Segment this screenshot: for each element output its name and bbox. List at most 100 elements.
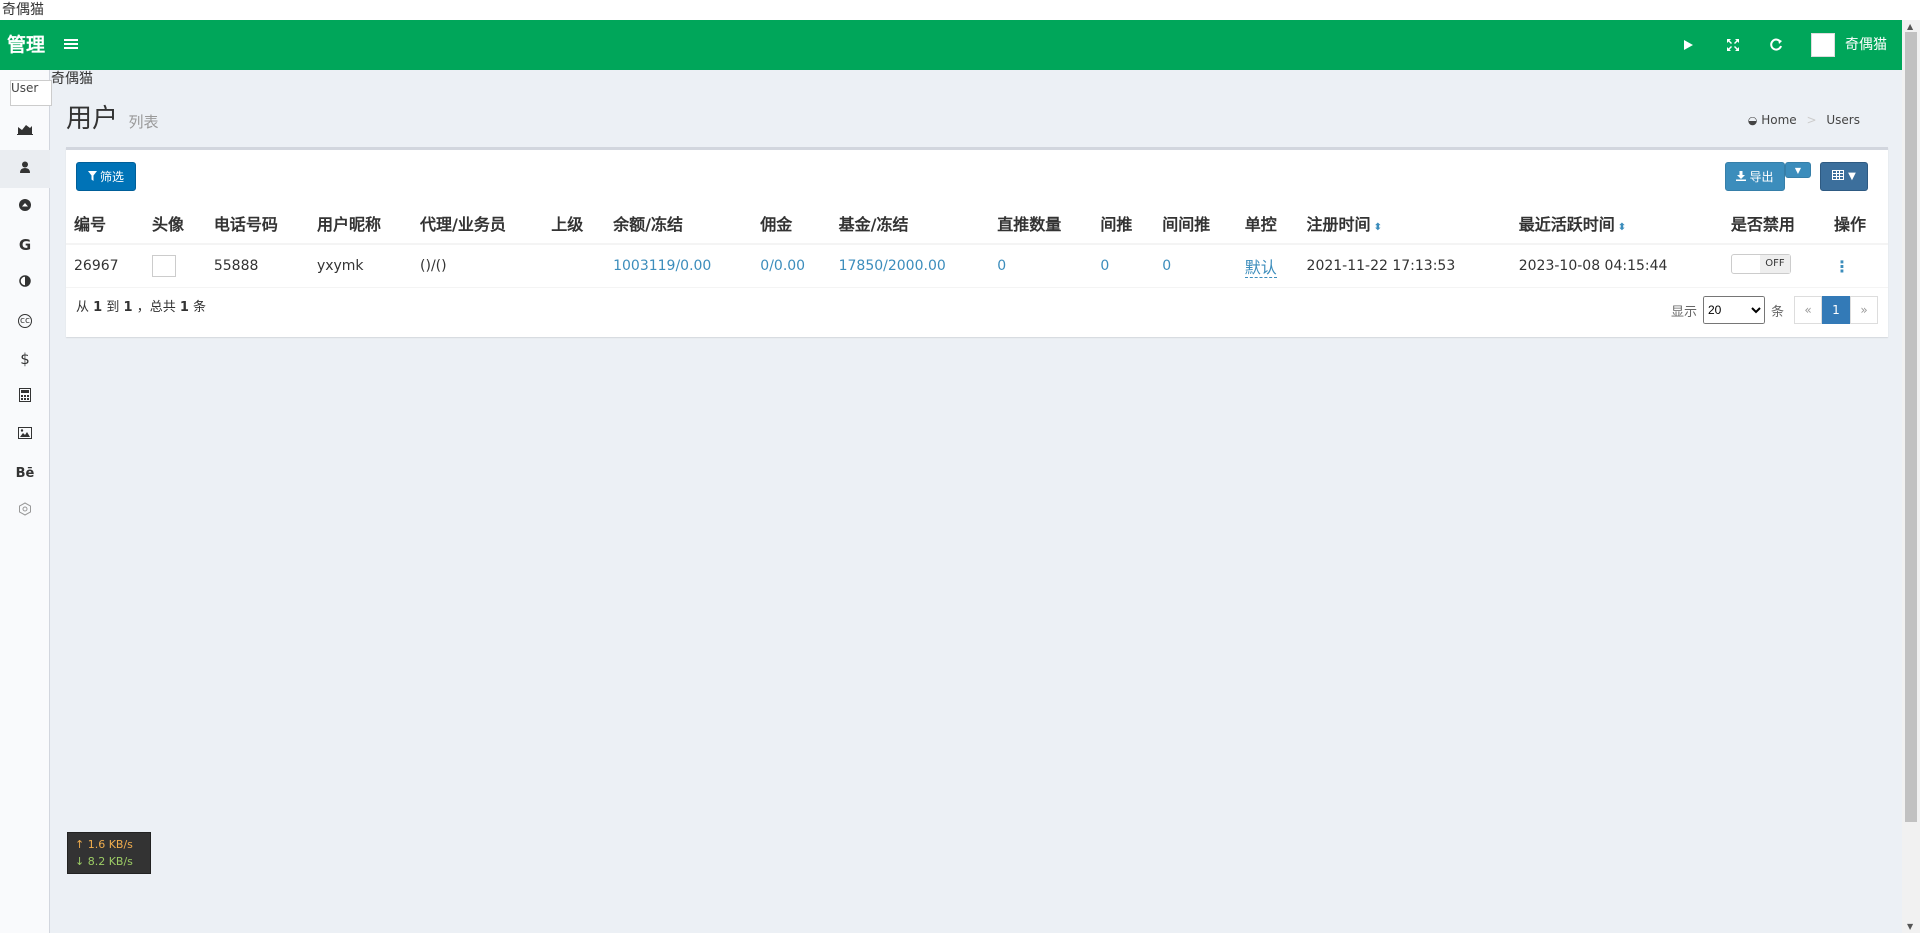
control-editable[interactable]: 默认 [1244,258,1277,278]
info-unit: 条 [193,300,207,315]
export-button[interactable]: 导出 [1725,162,1785,191]
per-page-label: 显示 [1670,304,1697,320]
sort-icon[interactable]: ⬍ [1618,222,1626,233]
download-speed: ↓ 8.2 KB/s [75,855,133,868]
user-name[interactable]: 奇偶猫 [1845,20,1887,70]
network-speed-widget: ↑ 1.6 KB/s ↓ 8.2 KB/s [67,832,151,874]
upload-speed: ↑ 1.6 KB/s [75,838,133,851]
cell-id: 26967 [66,244,144,288]
col-nickname: 用户昵称 [308,203,413,245]
col-last-active[interactable]: 最近活跃时间 ⬍ [1510,203,1723,245]
sidebar-item-cc[interactable]: cc [0,302,50,340]
page-scrollbar[interactable]: ▲ ▼ [1902,20,1920,933]
sidebar-item-arrow[interactable] [0,188,50,226]
caret-down-icon: ▼ [1848,171,1856,182]
sidebar-toggle-icon[interactable] [64,37,78,53]
info-total-text: ，总共 [136,300,176,315]
sidebar-user-name: 奇偶猫 [51,71,93,87]
users-grid-box: 筛选 导出 ▼ ▼ 编号 头像 电话号码 用户昵称 代理/业务员 上级 余额/冻… [66,147,1888,337]
col-indirect2: 间间推 [1154,203,1237,245]
page-title: 用户 [66,104,119,134]
cell-parent [543,244,606,288]
col-direct: 直推数量 [989,203,1093,245]
avatar[interactable] [152,255,176,277]
sidebar-item-contrast[interactable] [0,264,50,302]
cell-avatar [144,244,206,288]
breadcrumb: ◒ Home > Users [1747,113,1860,127]
info-total: 1 [179,300,189,315]
filter-button[interactable]: 筛选 [76,162,136,191]
col-avatar: 头像 [144,203,206,245]
fullscreen-icon[interactable] [1721,33,1745,57]
column-selector-button[interactable]: ▼ [1820,162,1868,191]
area-chart-icon [17,123,33,139]
sidebar-item-users[interactable] [0,150,50,188]
arrow-circle-icon [19,199,31,215]
breadcrumb-home[interactable]: Home [1761,113,1796,127]
col-phone: 电话号码 [205,203,309,245]
scrollbar-thumb[interactable] [1905,32,1917,822]
per-page-select[interactable]: 20 [1702,296,1765,324]
col-control: 单控 [1236,203,1299,245]
next-page-button[interactable]: » [1850,296,1878,324]
cell-phone: 55888 [205,244,309,288]
table-header-row: 编号 头像 电话号码 用户昵称 代理/业务员 上级 余额/冻结 佣金 基金/冻结… [66,203,1888,245]
cell-commission[interactable]: 0/0.00 [752,244,831,288]
disabled-toggle[interactable]: OFF [1730,254,1791,274]
cell-actions: ⋮ [1826,244,1888,288]
pagination-info: 从 1 到 1 ，总共 1 条 [76,296,206,315]
page-button-current[interactable]: 1 [1822,296,1850,324]
sidebar-item-dashboard[interactable] [0,112,50,150]
cell-indirect[interactable]: 0 [1092,244,1155,288]
col-disabled: 是否禁用 [1722,203,1826,245]
page-subtitle: 列表 [128,113,159,131]
sidebar-item-behance[interactable]: Bē [0,454,50,492]
col-agent: 代理/业务员 [412,203,544,245]
play-icon[interactable] [1676,33,1700,57]
filter-icon [87,170,97,184]
prev-page-button[interactable]: « [1794,296,1822,324]
sidebar: User G cc $ Bē [0,70,52,933]
export-dropdown-button[interactable]: ▼ [1785,162,1811,178]
refresh-icon[interactable] [1764,33,1788,57]
logo[interactable]: 管理 [7,20,45,70]
col-actions: 操作 [1826,203,1888,245]
cell-last-active: 2023-10-08 04:15:44 [1510,244,1723,288]
col-id: 编号 [66,203,144,245]
cell-nickname: yxymk [308,244,413,288]
col-indirect: 间推 [1092,203,1155,245]
dollar-icon: $ [20,350,30,368]
user-icon [20,161,30,177]
sidebar-item-google[interactable]: G [0,226,50,264]
col-registered[interactable]: 注册时间 ⬍ [1298,203,1511,245]
window-title: 奇偶猫 [0,0,1920,20]
sort-icon[interactable]: ⬍ [1374,222,1382,233]
more-actions-icon[interactable]: ⋮ [1834,257,1850,276]
export-label: 导出 [1749,170,1774,184]
behance-icon: Bē [15,465,35,481]
sidebar-item-calculator[interactable] [0,378,50,416]
cell-fund[interactable]: 17850/2000.00 [830,244,990,288]
sidebar-item-settings[interactable] [0,492,50,530]
adjust-icon [19,275,31,291]
cell-balance[interactable]: 1003119/0.00 [605,244,753,288]
col-commission: 佣金 [752,203,831,245]
info-prefix: 从 [76,300,90,315]
user-avatar[interactable] [1811,33,1835,57]
hexagon-icon [18,502,32,520]
cell-direct[interactable]: 0 [989,244,1093,288]
cell-indirect2[interactable]: 0 [1154,244,1237,288]
creative-commons-icon: cc [18,314,32,328]
sidebar-item-images[interactable] [0,416,50,454]
download-icon [1736,170,1747,184]
cell-agent: ()/() [412,244,544,288]
table-row: 26967 55888 yxymk ()/() 1003119/0.00 0/0… [66,244,1888,288]
caret-down-icon: ▼ [1794,165,1802,175]
col-parent: 上级 [543,203,606,245]
cell-control: 默认 [1236,244,1299,288]
col-balance: 余额/冻结 [605,203,753,245]
sidebar-user-alt: User [11,81,39,95]
sidebar-item-finance[interactable]: $ [0,340,50,378]
col-registered-label: 注册时间 [1306,215,1371,234]
per-page-unit: 条 [1770,304,1784,320]
